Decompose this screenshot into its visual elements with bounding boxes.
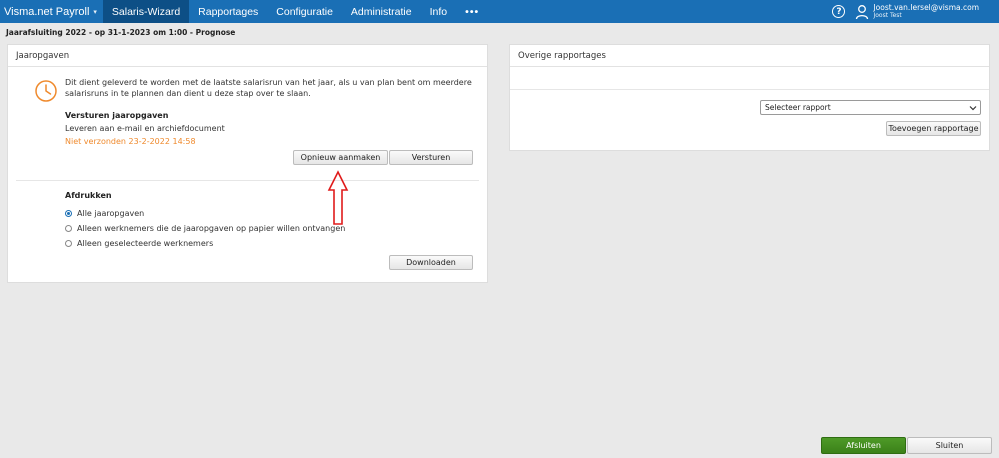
divider — [16, 180, 479, 181]
arrow-up-icon — [327, 170, 349, 225]
breadcrumb: Jaarafsluiting 2022 - op 31-1-2023 om 1:… — [6, 28, 236, 37]
tab-salaris-wizard[interactable]: Salaris-Wizard — [102, 0, 190, 23]
option-all[interactable]: Alle jaaropgaven — [65, 209, 144, 218]
help-icon[interactable]: ? — [832, 5, 846, 18]
user-area: ? Joost.van.Iersel@visma.com Joost Test — [832, 0, 999, 23]
finish-button[interactable]: Afsluiten — [821, 437, 906, 454]
clock-icon — [35, 80, 57, 102]
option-selected[interactable]: Alleen geselecteerde werknemers — [65, 239, 213, 248]
select-caret-icon — [969, 106, 977, 111]
report-select[interactable]: Selecteer rapport — [760, 100, 981, 115]
option-paper[interactable]: Alleen werknemers die de jaaropgaven op … — [65, 224, 345, 233]
select-value: Selecteer rapport — [765, 103, 831, 112]
radio-button-checked[interactable] — [65, 210, 72, 217]
recreate-button[interactable]: Opnieuw aanmaken — [293, 150, 388, 165]
jaaropgaven-panel: Jaaropgaven Dit dient geleverd te worden… — [7, 44, 488, 283]
app-switcher[interactable]: Visma.net Payroll ▾ — [0, 0, 103, 23]
download-button[interactable]: Downloaden — [389, 255, 473, 270]
close-button[interactable]: Sluiten — [907, 437, 992, 454]
panel-title: Overige rapportages — [510, 45, 989, 67]
user-info[interactable]: Joost.van.Iersel@visma.com Joost Test — [873, 2, 979, 20]
add-report-button[interactable]: Toevoegen rapportage — [886, 121, 981, 136]
radio-button[interactable] — [65, 225, 72, 232]
tab-administratie[interactable]: Administratie — [342, 0, 421, 23]
more-menu-button[interactable]: ••• — [456, 0, 488, 23]
brand-label: Visma.net Payroll — [4, 5, 90, 18]
tab-configuratie[interactable]: Configuratie — [267, 0, 342, 23]
user-icon[interactable] — [855, 4, 869, 20]
send-button[interactable]: Versturen — [389, 150, 473, 165]
divider — [510, 89, 989, 90]
chevron-down-icon: ▾ — [93, 8, 97, 16]
intro-text: Dit dient geleverd te worden met de laat… — [65, 78, 472, 98]
radio-button[interactable] — [65, 240, 72, 247]
tab-rapportages[interactable]: Rapportages — [189, 0, 267, 23]
tab-info[interactable]: Info — [421, 0, 457, 23]
option-label: Alleen geselecteerde werknemers — [77, 239, 214, 248]
option-label: Alle jaaropgaven — [77, 209, 145, 218]
send-description: Leveren aan e-mail en archiefdocument — [65, 124, 225, 133]
user-name: Joost Test — [873, 11, 902, 19]
print-section-title: Afdrukken — [65, 191, 112, 200]
option-label: Alleen werknemers die de jaaropgaven op … — [77, 224, 346, 233]
send-section-title: Versturen jaaropgaven — [65, 111, 169, 120]
overige-rapportages-panel: Overige rapportages Selecteer rapport To… — [509, 44, 990, 151]
status-text: Niet verzonden 23-2-2022 14:58 — [65, 137, 196, 146]
top-navigation: Visma.net Payroll ▾ Salaris-Wizard Rappo… — [0, 0, 999, 23]
panel-title: Jaaropgaven — [8, 45, 487, 67]
user-email: Joost.van.Iersel@visma.com — [873, 2, 979, 12]
